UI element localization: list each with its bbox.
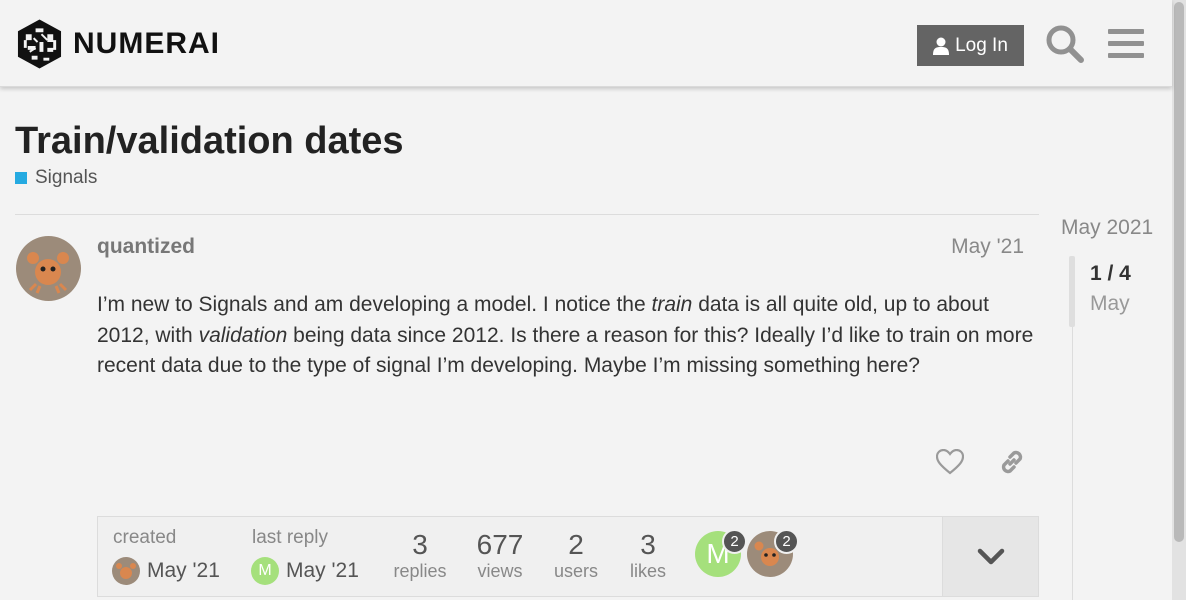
avatar	[112, 557, 140, 585]
post-text-emphasis: train	[651, 293, 693, 316]
replies-stat: 3 replies	[388, 517, 452, 582]
users-stat: 2 users	[544, 517, 608, 582]
post-text: I’m new to Signals and am developing a m…	[97, 293, 652, 316]
page-scrollbar[interactable]	[1172, 0, 1186, 600]
post-username[interactable]: quantized	[97, 235, 195, 259]
created-date: May '21	[147, 559, 220, 582]
logo-text: NUMERAI	[73, 27, 220, 60]
topic-map: created May '21 last reply M May '21 3 r…	[97, 516, 1039, 597]
avatar: M	[251, 557, 279, 585]
category-color-swatch	[15, 172, 27, 184]
post-date[interactable]: May '21	[951, 235, 1024, 259]
likes-stat: 3 likes	[616, 517, 680, 582]
created-label: created	[113, 527, 177, 548]
timeline-rail[interactable]	[1072, 327, 1073, 600]
category-name: Signals	[35, 167, 98, 188]
timeline-current-date: May	[1090, 292, 1130, 315]
site-header: NUMERAI Log In	[0, 0, 1172, 87]
views-stat: 677 views	[468, 517, 532, 582]
stat-label: likes	[629, 561, 666, 581]
user-icon	[933, 37, 950, 55]
login-label: Log In	[955, 34, 1008, 56]
scrollbar-thumb[interactable]	[1174, 2, 1184, 542]
last-reply-label: last reply	[252, 527, 329, 548]
share-link-button[interactable]	[992, 442, 1032, 482]
login-button[interactable]: Log In	[917, 25, 1024, 66]
timeline-start-date[interactable]: May 2021	[1061, 216, 1153, 240]
stat-value: 2	[568, 529, 584, 560]
stat-value: 677	[476, 529, 524, 560]
participant-post-count: 2	[774, 529, 799, 554]
stat-label: users	[553, 561, 598, 581]
avatar[interactable]	[16, 236, 81, 301]
hamburger-menu-icon[interactable]	[1104, 22, 1148, 66]
like-button[interactable]	[930, 442, 970, 482]
timeline-handle[interactable]	[1069, 256, 1075, 327]
stat-label: replies	[393, 561, 447, 581]
stat-value: 3	[412, 529, 428, 560]
created-info[interactable]: May '21	[112, 557, 220, 585]
timeline-position: 1 / 4	[1090, 262, 1131, 285]
last-reply-info[interactable]: M May '21	[251, 557, 359, 585]
search-icon[interactable]	[1043, 22, 1087, 66]
post-body: I’m new to Signals and am developing a m…	[97, 290, 1037, 382]
expand-topic-map-button[interactable]	[942, 517, 1038, 596]
divider	[15, 214, 1039, 215]
numerai-logo-icon	[17, 19, 62, 69]
participant-post-count: 2	[722, 529, 747, 554]
crab-avatar-icon	[16, 236, 81, 301]
topic-title[interactable]: Train/validation dates	[15, 120, 404, 163]
site-logo[interactable]: NUMERAI	[16, 18, 220, 70]
post-text-emphasis: validation	[198, 323, 288, 347]
stat-value: 3	[640, 529, 656, 560]
category-badge[interactable]: Signals	[15, 167, 97, 189]
stat-label: views	[477, 561, 523, 581]
heart-icon	[936, 449, 964, 475]
chevron-down-icon	[977, 548, 1004, 564]
last-reply-date: May '21	[286, 559, 359, 582]
link-icon	[1001, 450, 1023, 474]
